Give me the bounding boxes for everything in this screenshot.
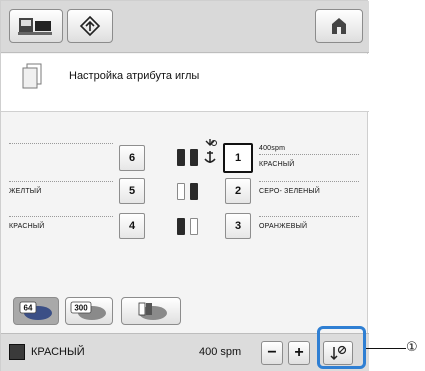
speed-64-button[interactable]: 64 xyxy=(13,297,59,325)
spool-stand-button[interactable] xyxy=(121,297,181,325)
needle-2-button[interactable]: 2 xyxy=(225,178,251,204)
thread-spool-icon xyxy=(190,183,198,200)
home-icon xyxy=(332,18,346,34)
title-strip: Настройка атрибута иглы xyxy=(1,54,369,112)
needle-5-label: ЖЕЛТЫЙ xyxy=(9,188,42,195)
current-color-swatch xyxy=(9,344,25,360)
reset-button[interactable] xyxy=(67,9,113,43)
speed-64-badge: 64 xyxy=(24,304,33,313)
label-line xyxy=(9,181,113,182)
needle-3-button[interactable]: 3 xyxy=(225,213,251,239)
callout-number: ① xyxy=(406,340,418,355)
speed-value: 400 spm xyxy=(199,346,242,358)
diamond-reset-icon xyxy=(79,15,101,37)
thread-spool-icon xyxy=(177,183,185,200)
needle-1-speed: 400spm xyxy=(259,145,286,152)
needle-3-label: ОРАНЖЕВЫЙ xyxy=(259,223,308,230)
thread-spool-icon xyxy=(177,149,185,166)
callout-highlight xyxy=(317,326,366,369)
needle-grid: 6 1 400spm КРАСНЫЙ ЖЕЛТЫЙ 5 2 СЕРО- ЗЕЛЕ… xyxy=(1,113,369,289)
thread-spool-icon xyxy=(190,149,198,166)
needle-2-label: СЕРО- ЗЕЛЕНЫЙ xyxy=(259,188,321,195)
label-line xyxy=(259,181,359,182)
needle-anchor-icon xyxy=(204,139,217,163)
label-line xyxy=(9,216,113,217)
needle-settings-screen: Настройка атрибута иглы 6 1 400spm КРАСН… xyxy=(0,0,369,371)
callout-leader-line xyxy=(366,348,406,349)
needle-4-button[interactable]: 4 xyxy=(119,213,145,239)
thread-spool-icon xyxy=(177,218,185,235)
spool-stand-icon xyxy=(138,302,167,320)
embroidery-machine-button[interactable] xyxy=(9,9,63,43)
needle-1-button[interactable]: 1 xyxy=(223,143,253,173)
speed-64-icon: 64 xyxy=(19,301,52,320)
needle-4-label: КРАСНЫЙ xyxy=(9,223,45,230)
needle-1-label: КРАСНЫЙ xyxy=(259,161,295,168)
thread-spool-icon xyxy=(190,218,198,235)
page-title: Настройка атрибута иглы xyxy=(69,70,200,82)
speed-decrease-button[interactable]: − xyxy=(261,341,283,365)
speed-300-icon: 300 xyxy=(70,301,106,320)
speed-300-badge: 300 xyxy=(74,304,88,313)
speed-300-button[interactable]: 300 xyxy=(65,297,113,325)
embroidery-machine-icon xyxy=(18,18,52,35)
label-line xyxy=(259,216,359,217)
speed-increase-button[interactable]: + xyxy=(288,341,310,365)
status-bar: КРАСНЫЙ 400 spm − + xyxy=(1,333,369,371)
needle-settings-icon xyxy=(22,63,42,89)
needle-5-button[interactable]: 5 xyxy=(119,178,145,204)
label-line xyxy=(259,154,359,155)
current-color-name: КРАСНЫЙ xyxy=(31,346,85,358)
label-line xyxy=(9,143,113,144)
top-toolbar xyxy=(1,1,369,53)
home-button[interactable] xyxy=(315,9,363,43)
needle-6-button[interactable]: 6 xyxy=(119,145,145,171)
